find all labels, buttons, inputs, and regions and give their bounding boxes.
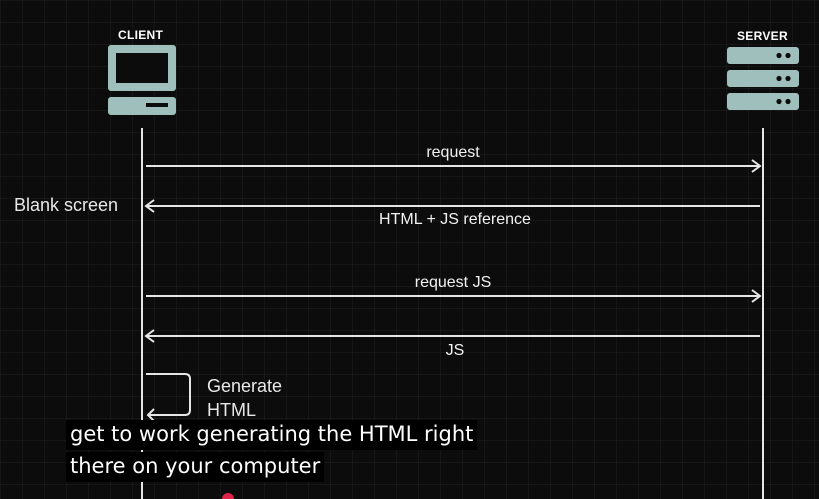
caption-line-2: there on your computer xyxy=(66,452,325,482)
progress-dot xyxy=(222,493,234,499)
generate-html-label: Generate HTML xyxy=(207,376,283,420)
message-label-html-js-reference: HTML + JS reference xyxy=(379,211,531,228)
message-label-request-js: request JS xyxy=(414,274,492,291)
server-rack-icon xyxy=(727,47,799,110)
message-label-js: JS xyxy=(445,342,465,359)
message-arrow-js xyxy=(144,329,760,343)
video-caption: get to work generating the HTML right th… xyxy=(66,420,478,482)
computer-monitor-icon xyxy=(108,45,176,115)
client-title: CLIENT xyxy=(118,28,164,42)
server-title: SERVER xyxy=(737,29,788,43)
blank-screen-label: Blank screen xyxy=(14,195,119,215)
message-label-request: request xyxy=(426,144,480,161)
self-call-arrow-generate-html xyxy=(146,373,191,422)
caption-line-1: get to work generating the HTML right xyxy=(66,420,478,450)
